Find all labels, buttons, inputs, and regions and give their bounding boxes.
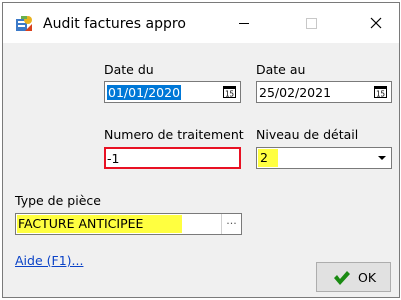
date-du-field[interactable]: 01/01/2020 15 [104,81,241,103]
dialog-window: Audit factures appro Date du 01/01/2020 … [2,2,400,298]
date-du-label: Date du [104,62,154,77]
checkmark-icon [334,271,350,285]
date-au-label: Date au [256,62,306,77]
niveau-value: 2 [258,149,278,167]
svg-text:15: 15 [225,90,234,99]
title-bar: Audit factures appro [3,3,399,43]
date-au-field[interactable]: 25/02/2021 15 [256,81,392,103]
minimize-icon [239,23,249,24]
date-au-value: 25/02/2021 [259,85,332,100]
numero-field[interactable]: -1 [104,147,241,169]
niveau-label: Niveau de détail [256,127,359,142]
date-du-value: 01/01/2020 [107,85,182,100]
close-button[interactable] [353,3,399,43]
calendar-icon[interactable]: 15 [374,86,387,98]
close-icon [370,17,382,29]
maximize-icon [306,18,317,29]
numero-label: Numero de traitement [104,127,244,142]
ok-button[interactable]: OK [316,262,391,292]
type-piece-value: FACTURE ANTICIPEE [17,215,182,233]
calendar-icon[interactable]: 15 [223,86,236,98]
audit-app-icon [16,16,32,31]
chevron-down-icon[interactable] [373,148,391,168]
ok-label: OK [358,270,377,285]
maximize-button[interactable] [288,3,334,43]
niveau-select[interactable]: 2 [256,147,392,169]
minimize-button[interactable] [221,3,267,43]
numero-value: -1 [107,151,120,166]
type-piece-field[interactable]: FACTURE ANTICIPEE ... [15,213,242,235]
type-piece-label: Type de pièce [15,193,101,208]
browse-button[interactable]: ... [221,214,241,234]
help-link[interactable]: Aide (F1)... [15,253,83,269]
svg-text:15: 15 [376,90,385,99]
window-title: Audit factures appro [43,16,186,32]
